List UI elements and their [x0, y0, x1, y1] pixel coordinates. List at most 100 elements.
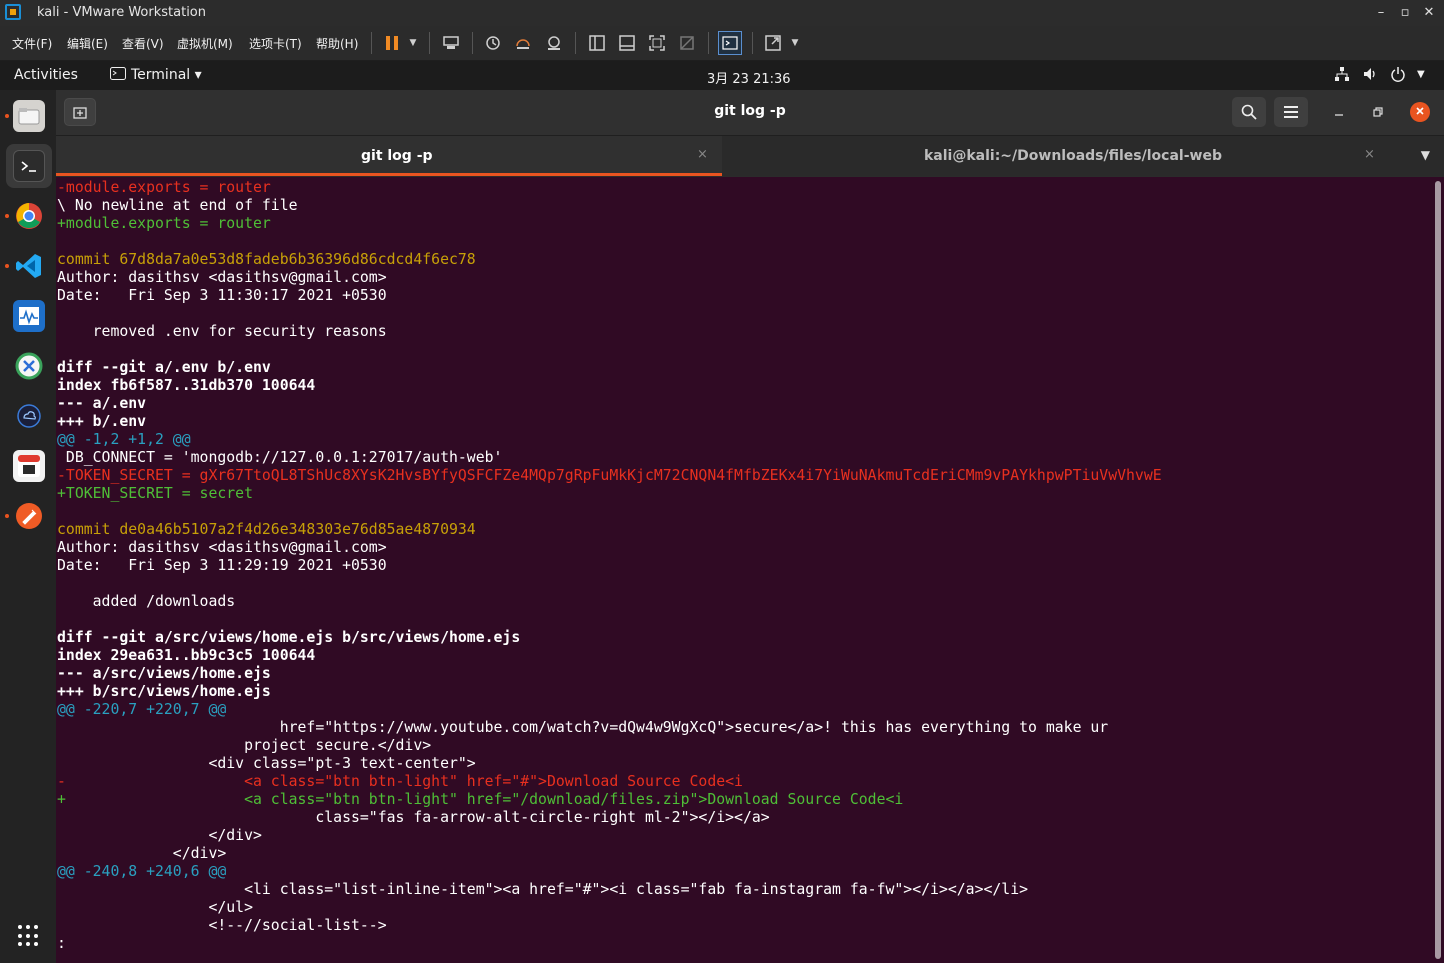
terminal-minimize-button[interactable]	[1330, 104, 1348, 122]
system-menu-chevron-icon[interactable]: ▼	[1417, 69, 1425, 80]
fullscreen-icon[interactable]	[647, 33, 667, 53]
terminal-line: diff --git a/src/views/home.ejs b/src/vi…	[57, 629, 521, 646]
files-icon[interactable]	[13, 100, 45, 132]
vmware-logo-icon	[5, 4, 21, 20]
terminal-icon[interactable]	[13, 150, 45, 182]
postman-icon[interactable]	[13, 500, 45, 532]
terminal-line: \ No newline at end of file	[57, 197, 298, 214]
snapshot-manager-icon[interactable]	[544, 33, 564, 53]
terminal-line: + <a class="btn btn-light" href="/downlo…	[57, 791, 904, 808]
terminal-output[interactable]: -module.exports = router \ No newline at …	[56, 177, 1432, 963]
menu-tabs[interactable]: 选项卡(T)	[249, 35, 302, 52]
vmware-title-bar: kali - VMware Workstation – ▫ ✕	[0, 0, 1444, 26]
pause-icon[interactable]	[382, 33, 402, 53]
tab-label: kali@kali:~/Downloads/files/local-web	[924, 148, 1222, 164]
tab-local-web[interactable]: kali@kali:~/Downloads/files/local-web ×	[722, 136, 1402, 176]
clock[interactable]: 3月 23 21:36	[707, 68, 791, 87]
thumbnail-bar-icon[interactable]	[617, 33, 637, 53]
snapshot-icon[interactable]	[483, 33, 503, 53]
terminal-text: -module.exports = router \ No newline at …	[57, 179, 1162, 953]
tab-close-icon[interactable]: ×	[697, 147, 708, 162]
terminal-line: class="fas fa-arrow-alt-circle-right ml-…	[57, 809, 770, 826]
toolbar-separator	[472, 32, 473, 54]
gnome-top-bar: Activities Terminal ▾ 3月 23 21:36 ▼	[0, 61, 1444, 90]
app-icon-calendar[interactable]	[13, 450, 45, 482]
active-tab-underline	[56, 173, 722, 176]
scrollbar-thumb[interactable]	[1435, 181, 1441, 959]
menu-vm[interactable]: 虚拟机(M)	[177, 35, 233, 52]
power-icon[interactable]	[1390, 66, 1406, 86]
toolbar-separator	[708, 32, 709, 54]
network-icon[interactable]	[1334, 66, 1350, 86]
close-icon	[1416, 107, 1424, 115]
running-indicator	[5, 264, 9, 268]
chevron-down-icon[interactable]: ▼	[785, 33, 805, 53]
revert-snapshot-icon[interactable]	[513, 33, 533, 53]
toolbar-separator	[575, 32, 576, 54]
app-icon-cloud[interactable]	[13, 400, 45, 432]
menu-view[interactable]: 查看(V)	[122, 35, 164, 52]
terminal-line: <div class="pt-3 text-center">	[57, 755, 476, 772]
terminal-maximize-button[interactable]	[1369, 104, 1387, 122]
terminal-line: <!--//social-list-->	[57, 917, 387, 934]
minimize-button[interactable]: –	[1370, 3, 1392, 23]
terminal-close-button[interactable]	[1410, 102, 1430, 122]
restore-icon	[1373, 107, 1383, 117]
hamburger-icon	[1284, 106, 1298, 118]
terminal-line: </ul>	[57, 899, 253, 916]
terminal-line: @@ -1,2 +1,2 @@	[57, 431, 191, 448]
chevron-down-icon[interactable]: ▼	[403, 33, 423, 53]
terminal-tab-bar: git log -p × kali@kali:~/Downloads/files…	[56, 136, 1444, 176]
tab-git-log[interactable]: git log -p ×	[56, 136, 722, 176]
sidebar-toggle-icon[interactable]	[587, 33, 607, 53]
terminal-line: :	[57, 935, 66, 952]
activities-button[interactable]: Activities	[14, 67, 78, 83]
scrollbar[interactable]	[1432, 177, 1444, 963]
terminal-small-icon	[110, 67, 126, 80]
chrome-icon[interactable]	[13, 200, 45, 232]
terminal-line: @@ -220,7 +220,7 @@	[57, 701, 227, 718]
menu-edit[interactable]: 编辑(E)	[67, 35, 108, 52]
unity-icon[interactable]	[677, 33, 697, 53]
close-window-button[interactable]: ✕	[1418, 3, 1440, 23]
search-icon	[1241, 104, 1257, 120]
terminal-line: -TOKEN_SECRET = gXr67TtoQL8TShUc8XYsK2Hv…	[57, 467, 1162, 484]
terminal-line: +TOKEN_SECRET = secret	[57, 485, 253, 502]
system-monitor-icon[interactable]	[13, 300, 45, 332]
terminal-line: commit de0a46b5107a2f4d26e348303e76d85ae…	[57, 521, 476, 538]
show-applications-icon[interactable]	[18, 925, 40, 947]
app-icon-green[interactable]	[13, 350, 45, 382]
toolbar-separator	[371, 32, 372, 54]
send-keys-icon[interactable]	[441, 33, 461, 53]
terminal-line: Date: Fri Sep 3 11:29:19 2021 +0530	[57, 557, 387, 574]
tabs-dropdown-icon[interactable]: ▼	[1421, 148, 1430, 162]
terminal-line: href="https://www.youtube.com/watch?v=dQ…	[57, 719, 1109, 736]
terminal-line: +module.exports = router	[57, 215, 271, 232]
terminal-line: project secure.</div>	[57, 737, 432, 754]
terminal-line: added /downloads	[57, 593, 236, 610]
search-button[interactable]	[1232, 97, 1266, 127]
menu-help[interactable]: 帮助(H)	[316, 35, 358, 52]
terminal-line: +++ b/.env	[57, 413, 147, 430]
volume-icon[interactable]	[1362, 66, 1378, 86]
menu-file[interactable]: 文件(F)	[12, 35, 52, 52]
hamburger-menu-button[interactable]	[1274, 97, 1308, 127]
running-indicator	[5, 514, 9, 518]
vscode-icon[interactable]	[13, 250, 45, 282]
terminal-line: --- a/src/views/home.ejs	[57, 665, 271, 682]
terminal-line: commit 67d8da7a0e53d8fadeb6b36396d86cdcd…	[57, 251, 476, 268]
terminal-line: Author: dasithsv <dasithsv@gmail.com>	[57, 269, 387, 286]
console-view-icon[interactable]	[718, 31, 742, 55]
terminal-app-menu[interactable]: Terminal ▾	[110, 67, 202, 83]
tab-close-icon[interactable]: ×	[1364, 147, 1375, 162]
running-indicator	[5, 114, 9, 118]
minimize-icon	[1335, 114, 1343, 116]
running-indicator	[5, 214, 9, 218]
terminal-line: - <a class="btn btn-light" href="#">Down…	[57, 773, 743, 790]
terminal-line: <li class="list-inline-item"><a href="#"…	[57, 881, 1029, 898]
restore-button[interactable]: ▫	[1394, 3, 1416, 23]
stretch-icon[interactable]	[763, 33, 783, 53]
